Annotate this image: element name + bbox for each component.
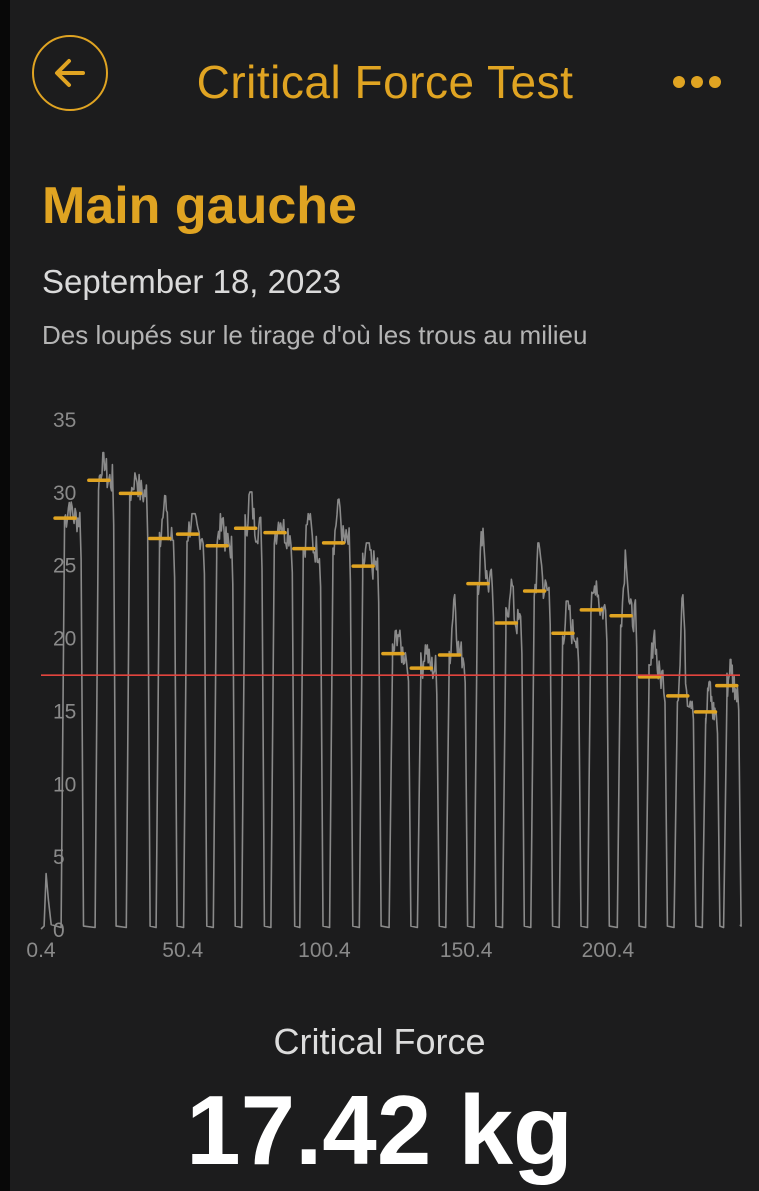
back-button[interactable] (32, 35, 108, 111)
y-tick-label: 35 (53, 409, 76, 432)
session-note: Des loupés sur le tirage d'où les trous … (42, 320, 588, 350)
y-tick-label: 5 (53, 846, 65, 869)
critical-force-label: Critical Force (273, 1021, 486, 1062)
session-date: September 18, 2023 (42, 263, 342, 300)
arrow-left-icon (55, 59, 85, 87)
more-options-button[interactable] (664, 62, 730, 102)
x-tick-label: 200.4 (582, 939, 635, 962)
x-tick-label: 50.4 (162, 939, 203, 962)
y-tick-label: 15 (53, 700, 76, 723)
force-trace-line (40, 451, 742, 930)
x-tick-label: 100.4 (298, 939, 351, 962)
critical-force-value: 17.42 kg (186, 1075, 573, 1185)
app-header: Critical Force Test (0, 0, 759, 160)
y-tick-label: 10 (53, 773, 76, 796)
x-tick-label: 0.4 (26, 939, 56, 962)
y-tick-label: 20 (53, 628, 76, 651)
rep-averages (53, 478, 739, 714)
hand-title: Main gauche (42, 177, 357, 235)
ellipsis-icon (691, 76, 703, 88)
y-tick-label: 30 (53, 482, 76, 505)
x-tick-label: 150.4 (440, 939, 493, 962)
x-axis: 0.4 50.4 100.4 150.4 200.4 (26, 939, 634, 962)
ellipsis-icon (709, 76, 721, 88)
force-chart: 05101520253035 0.4 50.4 100.4 150.4 200.4 (26, 409, 742, 962)
force-trace (40, 451, 742, 930)
page-title: Critical Force Test (196, 56, 574, 108)
ellipsis-icon (673, 76, 685, 88)
